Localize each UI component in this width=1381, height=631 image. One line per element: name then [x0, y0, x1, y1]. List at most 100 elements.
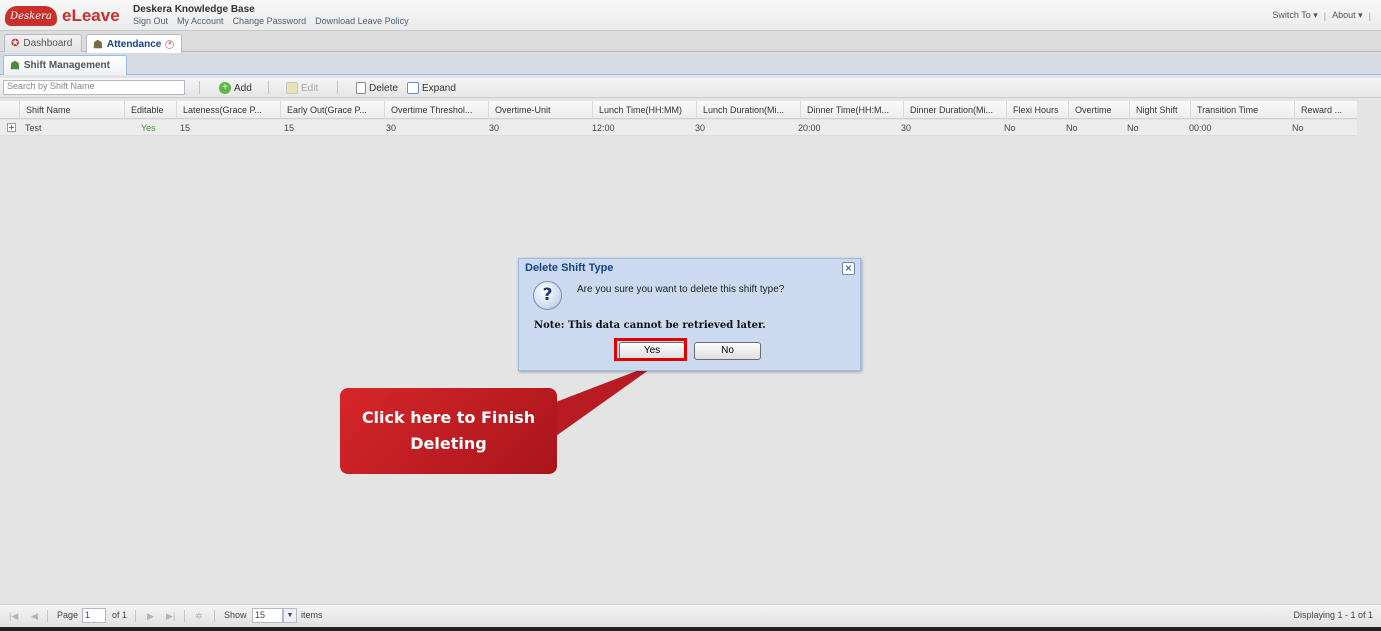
- tab-shift-management[interactable]: ☗ Shift Management: [3, 55, 127, 75]
- prev-page-icon[interactable]: ◀: [31, 611, 41, 621]
- delete-confirm-dialog: Delete Shift Type × ? Are you sure you w…: [518, 258, 861, 371]
- toolbar-separator: [199, 81, 200, 94]
- column-header[interactable]: Transition Time: [1190, 101, 1294, 119]
- column-header[interactable]: Lunch Time(HH:MM): [592, 101, 696, 119]
- column-header[interactable]: Overtime-Unit: [488, 101, 592, 119]
- delete-button[interactable]: Delete: [356, 80, 398, 96]
- switch-to-menu[interactable]: Switch To ▾: [1272, 10, 1317, 21]
- toolbar-separator: [268, 81, 269, 94]
- row-expander-icon[interactable]: +: [7, 123, 16, 132]
- page-label: Page: [57, 610, 79, 620]
- user-icon: ☗: [93, 38, 103, 51]
- pager-separator: [184, 610, 185, 622]
- cell-overtime-unit: 30: [489, 123, 500, 133]
- close-icon[interactable]: ×: [165, 39, 175, 49]
- show-label: Show: [224, 610, 247, 620]
- column-header[interactable]: Flexi Hours: [1006, 101, 1068, 119]
- chevron-down-icon[interactable]: ▼: [283, 608, 297, 623]
- items-label: items: [301, 610, 323, 620]
- cell-overtime: No: [1066, 123, 1078, 133]
- dashboard-icon: ✪: [11, 38, 20, 49]
- sub-tabbar: ☗ Shift Management: [0, 53, 1381, 75]
- column-header[interactable]: Dinner Time(HH:M...: [800, 101, 904, 119]
- page-size-select[interactable]: 15: [252, 608, 283, 623]
- my-account-link[interactable]: My Account: [177, 16, 224, 26]
- column-header[interactable]: Night Shift: [1129, 101, 1191, 119]
- refresh-icon[interactable]: ✲: [195, 611, 205, 621]
- user-icon: ☗: [10, 60, 20, 72]
- grid-header: Shift Name Editable Lateness(Grace P... …: [0, 101, 1357, 119]
- edit-button[interactable]: Edit: [286, 80, 318, 96]
- account-links: Sign Out My Account Change Password Down…: [133, 16, 409, 26]
- cell-dinner-duration: 30: [901, 123, 912, 133]
- add-icon: +: [219, 82, 231, 94]
- header-menus: Switch To ▾ | About ▾ |: [1272, 10, 1371, 21]
- expand-button-label: Expand: [422, 82, 456, 94]
- column-header[interactable]: Reward ...: [1294, 101, 1357, 119]
- search-input[interactable]: Search by Shift Name: [3, 80, 185, 95]
- cell-lunch-duration: 30: [695, 123, 706, 133]
- close-icon[interactable]: ×: [842, 262, 855, 275]
- pagination-bar: |◀ ◀ Page 1 of 1 ▶ ▶| ✲ Show 15 ▼ items …: [0, 604, 1381, 626]
- kb-title: Deskera Knowledge Base: [133, 4, 255, 15]
- download-leave-policy-link[interactable]: Download Leave Policy: [315, 16, 409, 26]
- delete-button-label: Delete: [369, 82, 398, 94]
- column-header[interactable]: Overtime Threshol...: [384, 101, 488, 119]
- dialog-title: Delete Shift Type: [525, 262, 614, 274]
- bottom-strip: [0, 627, 1381, 631]
- toolbar-separator: [337, 81, 338, 94]
- next-page-icon[interactable]: ▶: [147, 611, 157, 621]
- main-tabbar: ✪ Dashboard ☗ Attendance ×: [0, 31, 1381, 53]
- first-page-icon[interactable]: |◀: [9, 611, 19, 621]
- dialog-note: Note: This data cannot be retrieved late…: [534, 320, 766, 331]
- column-header[interactable]: Overtime: [1068, 101, 1130, 119]
- separator: |: [1323, 10, 1327, 21]
- displaying-count: Displaying 1 - 1 of 1: [1293, 610, 1373, 620]
- app-header: Deskera eLeave Deskera Knowledge Base Si…: [0, 0, 1381, 31]
- separator: |: [1368, 10, 1371, 21]
- cell-dinner-time: 20:00: [798, 123, 821, 133]
- column-header[interactable]: Lateness(Grace P...: [176, 101, 280, 119]
- cell-reward: No: [1292, 123, 1304, 133]
- pager-separator: [135, 610, 136, 622]
- column-header[interactable]: Dinner Duration(Mi...: [903, 101, 1007, 119]
- column-header[interactable]: Early Out(Grace P...: [280, 101, 384, 119]
- tab-attendance[interactable]: ☗ Attendance ×: [86, 34, 182, 53]
- add-button[interactable]: + Add: [219, 80, 252, 96]
- edit-button-label: Edit: [301, 82, 319, 94]
- cell-lunch-time: 12:00: [592, 123, 615, 133]
- pager-separator: [47, 610, 48, 622]
- add-button-label: Add: [234, 82, 252, 94]
- cell-early-out: 15: [284, 123, 295, 133]
- cell-transition-time: 00:00: [1189, 123, 1212, 133]
- logo-app-name: eLeave: [62, 6, 120, 25]
- question-icon: ?: [533, 281, 562, 310]
- page-count-label: of 1: [112, 610, 128, 620]
- app-logo[interactable]: Deskera eLeave: [5, 5, 120, 27]
- column-header[interactable]: Shift Name: [19, 101, 125, 119]
- trash-icon: [356, 82, 366, 94]
- instruction-callout: Click here to Finish Deleting: [340, 388, 557, 474]
- no-button[interactable]: No: [694, 342, 761, 360]
- about-menu[interactable]: About ▾: [1332, 10, 1363, 21]
- dialog-message: Are you sure you want to delete this shi…: [577, 284, 785, 295]
- pager-separator: [214, 610, 215, 622]
- expand-button[interactable]: Expand: [407, 80, 456, 96]
- tab-shift-management-label: Shift Management: [23, 60, 110, 71]
- cell-editable: Yes: [141, 123, 156, 133]
- logo-cloud: Deskera: [5, 6, 57, 26]
- tab-dashboard-label: Dashboard: [23, 38, 73, 49]
- grid-toolbar: Search by Shift Name + Add Edit Delete E…: [0, 78, 1381, 98]
- change-password-link[interactable]: Change Password: [233, 16, 307, 26]
- cell-overtime-threshold: 30: [386, 123, 397, 133]
- tab-dashboard[interactable]: ✪ Dashboard: [4, 34, 82, 52]
- last-page-icon[interactable]: ▶|: [166, 611, 176, 621]
- column-header[interactable]: Editable: [124, 101, 177, 119]
- cell-lateness: 15: [180, 123, 191, 133]
- sign-out-link[interactable]: Sign Out: [133, 16, 168, 26]
- column-header[interactable]: Lunch Duration(Mi...: [696, 101, 800, 119]
- table-row[interactable]: + Test Yes 15 15 30 30 12:00 30 20:00 30…: [0, 120, 1357, 136]
- yes-button-highlight: [614, 338, 687, 361]
- page-input[interactable]: 1: [82, 608, 106, 623]
- cell-shift-name: Test: [25, 123, 42, 133]
